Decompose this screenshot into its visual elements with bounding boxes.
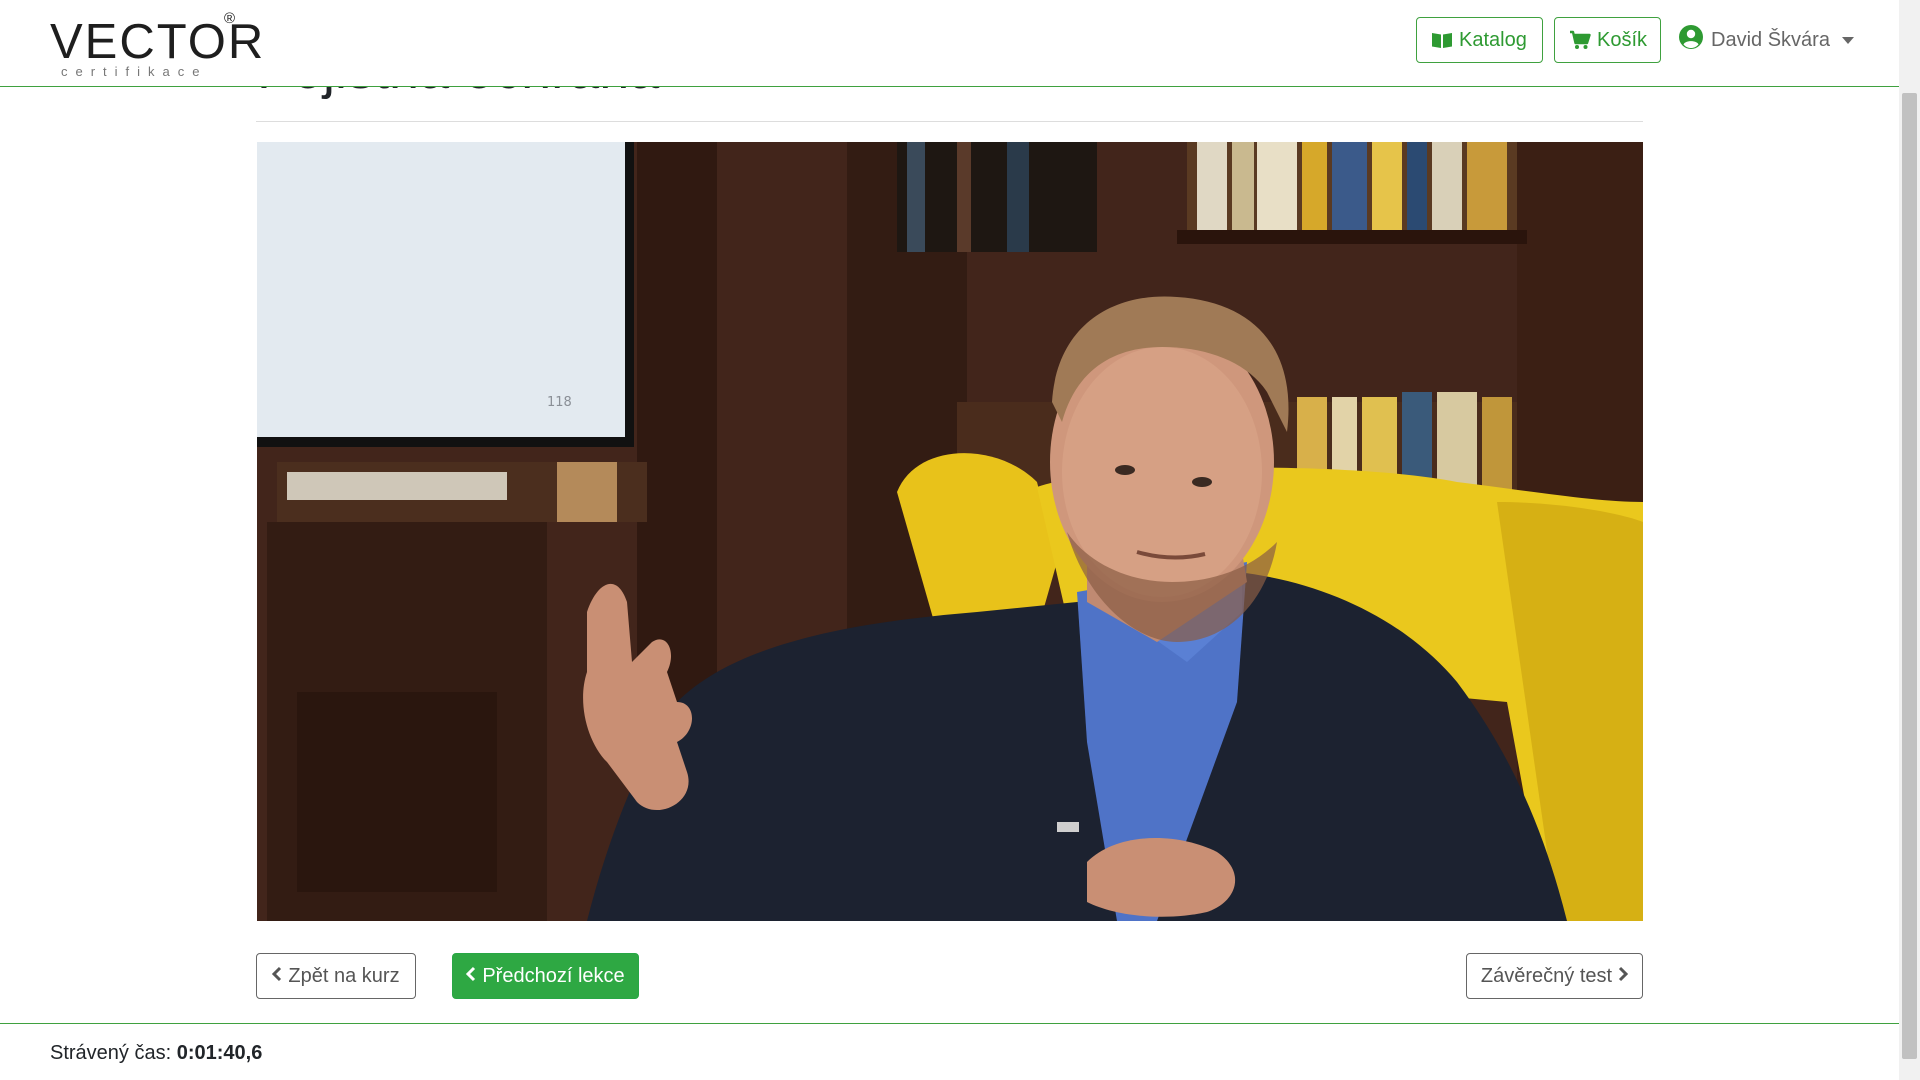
- final-test-label: Závěrečný test: [1480, 964, 1613, 987]
- user-name: David Škvára: [1711, 28, 1830, 51]
- book-open-icon: [1431, 31, 1453, 49]
- katalog-label: Katalog: [1459, 28, 1527, 51]
- time-spent: Strávený čas: 0:01:40,6: [50, 1042, 262, 1065]
- cart-icon: [1569, 30, 1591, 50]
- chevron-right-icon: [1618, 965, 1629, 988]
- footer-divider: [0, 1023, 1899, 1024]
- final-test-button[interactable]: Závěrečný test: [1466, 953, 1643, 999]
- katalog-button[interactable]: Katalog: [1416, 17, 1543, 63]
- vector-logo[interactable]: VECTOR ® certifikace: [50, 8, 263, 82]
- scrollbar-thumb[interactable]: [1902, 93, 1917, 1059]
- page-scrollbar[interactable]: [1899, 0, 1920, 1080]
- slide-number: 118: [547, 395, 572, 410]
- title-divider: [256, 121, 1643, 122]
- time-spent-value: 0:01:40,6: [176, 1042, 263, 1064]
- lesson-video[interactable]: 118: [257, 142, 1643, 921]
- previous-lesson-label: Předchozí lekce: [482, 964, 625, 987]
- chevron-left-icon: [466, 965, 476, 988]
- logo-registered-mark: ®: [224, 10, 236, 27]
- kosik-label: Košík: [1597, 28, 1648, 51]
- page: Pojistná ochrana VECTOR ® certifikace Ka…: [0, 0, 1920, 1080]
- logo-subtitle: certifikace: [61, 64, 208, 79]
- back-to-course-label: Zpět na kurz: [288, 964, 400, 987]
- chevron-left-icon: [272, 965, 282, 988]
- user-circle-icon: [1679, 25, 1703, 55]
- time-spent-label: Strávený čas:: [50, 1042, 177, 1064]
- back-to-course-button[interactable]: Zpět na kurz: [256, 953, 416, 999]
- previous-lesson-button[interactable]: Předchozí lekce: [452, 953, 639, 999]
- chevron-down-icon: [1841, 36, 1854, 44]
- kosik-button[interactable]: Košík: [1554, 17, 1661, 63]
- user-menu-toggle[interactable]: David Škvára: [1679, 17, 1854, 63]
- video-frame: 118: [257, 142, 1643, 921]
- top-navbar: VECTOR ® certifikace Katalog Košík David…: [0, 0, 1899, 87]
